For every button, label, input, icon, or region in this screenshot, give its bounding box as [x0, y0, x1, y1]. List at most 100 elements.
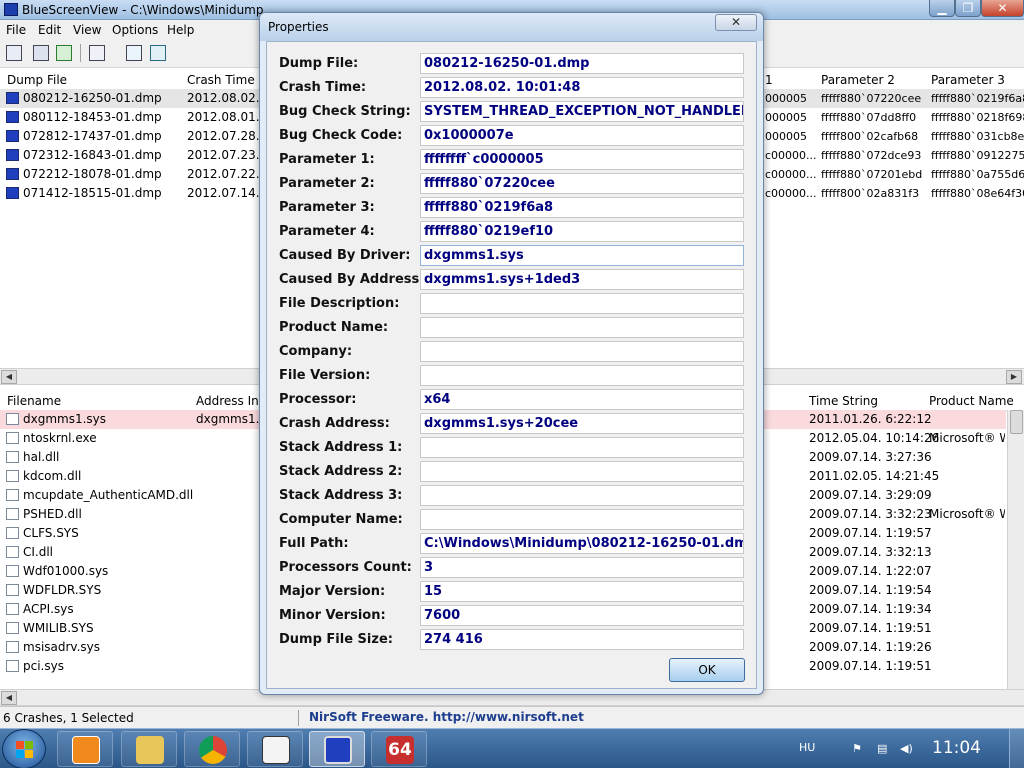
column-crash-time[interactable]: Crash Time — [187, 73, 255, 87]
taskbar-explorer[interactable] — [121, 731, 177, 767]
prop-field-bug-check-code[interactable]: 0x1000007e — [420, 125, 744, 146]
prop-field-major-version[interactable]: 15 — [420, 581, 744, 602]
language-indicator[interactable]: HU — [799, 741, 815, 754]
show-desktop-button[interactable] — [1009, 729, 1024, 768]
flag-icon[interactable]: ⚑ — [852, 743, 864, 754]
prop-label-crash-time: Crash Time: — [279, 80, 367, 95]
dialog-title-bar: Properties ✕ — [260, 13, 763, 41]
crash-time: 2012.07.23. 21 — [187, 148, 259, 162]
crash-time: 2012.08.02. 10 — [187, 91, 259, 105]
prop-label-file-version: File Version: — [279, 368, 371, 383]
module-filename: kdcom.dll — [23, 469, 82, 483]
prop-field-full-path[interactable]: C:\Windows\Minidump\080212-16250-01.dmp — [420, 533, 744, 554]
module-time: 2009.07.14. 3:29:09 — [809, 488, 932, 502]
prop-label-stack-address-1: Stack Address 1: — [279, 440, 403, 455]
prop-field-processor[interactable]: x64 — [420, 389, 744, 410]
find-icon[interactable] — [126, 45, 142, 61]
prop-field-dump-file[interactable]: 080212-16250-01.dmp — [420, 53, 744, 74]
column-filename[interactable]: Filename — [7, 394, 61, 408]
taskbar-media-player[interactable] — [57, 731, 113, 767]
dialog-close-button[interactable]: ✕ — [715, 14, 757, 31]
prop-field-parameter-1[interactable]: ffffffff`c0000005 — [420, 149, 744, 170]
prop-field-processors-count[interactable]: 3 — [420, 557, 744, 578]
column-parameter-2[interactable]: Parameter 2 — [821, 73, 895, 87]
dump-file-name: 080212-16250-01.dmp — [23, 91, 162, 105]
taskbar-aida64[interactable]: 64 — [371, 731, 427, 767]
module-filename: WMILIB.SYS — [23, 621, 94, 635]
menu-help[interactable]: Help — [167, 23, 194, 37]
column-parameter-1[interactable]: 1 — [765, 73, 773, 87]
prop-field-bug-check-string[interactable]: SYSTEM_THREAD_EXCEPTION_NOT_HANDLED — [420, 101, 744, 122]
close-button[interactable]: ✕ — [981, 0, 1024, 17]
bluescreenview-icon — [324, 736, 352, 764]
scroll-left-arrow-icon[interactable]: ◀ — [1, 370, 17, 384]
module-list-vscrollbar[interactable] — [1007, 410, 1024, 705]
prop-field-crash-time[interactable]: 2012.08.02. 10:01:48 — [420, 77, 744, 98]
module-time: 2009.07.14. 1:19:26 — [809, 640, 932, 654]
prop-field-parameter-2[interactable]: fffff880`07220cee — [420, 173, 744, 194]
copy-icon[interactable] — [89, 45, 105, 61]
module-time: 2009.07.14. 1:19:34 — [809, 602, 932, 616]
menu-file[interactable]: File — [6, 23, 26, 37]
prop-field-file-version[interactable] — [420, 365, 744, 386]
prop-field-parameter-4[interactable]: fffff880`0219ef10 — [420, 221, 744, 242]
prop-field-caused-by-address[interactable]: dxgmms1.sys+1ded3 — [420, 269, 744, 290]
prop-label-parameter-3: Parameter 3: — [279, 200, 375, 215]
prop-field-file-description[interactable] — [420, 293, 744, 314]
menu-view[interactable]: View — [73, 23, 101, 37]
module-filename: CLFS.SYS — [23, 526, 79, 540]
menu-options[interactable]: Options — [112, 23, 158, 37]
module-filename: pci.sys — [23, 659, 64, 673]
prop-field-parameter-3[interactable]: fffff880`0219f6a8 — [420, 197, 744, 218]
exit-icon[interactable] — [150, 45, 166, 61]
prop-field-caused-by-driver[interactable]: dxgmms1.sys — [420, 245, 744, 266]
prop-field-stack-address-1[interactable] — [420, 437, 744, 458]
module-filename: ACPI.sys — [23, 602, 74, 616]
menu-edit[interactable]: Edit — [38, 23, 61, 37]
prop-field-dump-file-size[interactable]: 274 416 — [420, 629, 744, 650]
parameter-1: 000005 — [765, 111, 807, 124]
column-product-name[interactable]: Product Name — [929, 394, 1014, 408]
file-icon — [6, 565, 19, 577]
clock[interactable]: 11:04 — [932, 738, 981, 758]
column-parameter-3[interactable]: Parameter 3 — [931, 73, 1005, 87]
prop-field-crash-address[interactable]: dxgmms1.sys+20cee — [420, 413, 744, 434]
taskbar-chrome[interactable] — [184, 731, 240, 767]
prop-label-stack-address-3: Stack Address 3: — [279, 488, 403, 503]
prop-field-product-name[interactable] — [420, 317, 744, 338]
scroll-right-arrow-icon[interactable]: ▶ — [1006, 370, 1022, 384]
ok-button[interactable]: OK — [669, 658, 745, 682]
column-dump-file[interactable]: Dump File — [7, 73, 67, 87]
file-icon — [6, 470, 19, 482]
parameter-2: fffff800`02cafb68 — [821, 130, 919, 143]
scroll-thumb[interactable] — [1010, 410, 1023, 434]
prop-field-stack-address-2[interactable] — [420, 461, 744, 482]
start-button[interactable] — [2, 729, 46, 768]
prop-field-company[interactable] — [420, 341, 744, 362]
nirsoft-link[interactable]: NirSoft Freeware. http://www.nirsoft.net — [309, 710, 584, 724]
prop-field-minor-version[interactable]: 7600 — [420, 605, 744, 626]
taskbar-bluescreenview[interactable] — [309, 731, 365, 767]
taskbar: 64 HU ⚑ ▤ ◀) 11:04 — [0, 728, 1024, 768]
prop-field-stack-address-3[interactable] — [420, 485, 744, 506]
module-time: 2009.07.14. 1:19:51 — [809, 621, 932, 635]
crash-time: 2012.07.22. 20 — [187, 167, 259, 181]
module-filename: mcupdate_AuthenticAMD.dll — [23, 488, 194, 502]
window-title: BlueScreenView - C:\Windows\Minidump — [22, 3, 264, 17]
prop-field-computer-name[interactable] — [420, 509, 744, 530]
minimize-button[interactable]: ▁ — [929, 0, 955, 17]
network-icon[interactable]: ▤ — [877, 743, 889, 754]
dump-file-icon — [6, 130, 19, 142]
parameter-3: fffff880`08e64f30 — [931, 187, 1024, 200]
taskbar-app[interactable] — [247, 731, 303, 767]
column-time-string[interactable]: Time String — [809, 394, 878, 408]
parameter-2: fffff880`07dd8ff0 — [821, 111, 917, 124]
properties-icon[interactable] — [6, 45, 22, 61]
maximize-button[interactable]: ❐ — [955, 0, 981, 17]
save-icon[interactable] — [33, 45, 49, 61]
scroll-left-arrow-icon[interactable]: ◀ — [1, 691, 17, 705]
volume-icon[interactable]: ◀) — [900, 743, 913, 754]
refresh-icon[interactable] — [56, 45, 72, 61]
prop-label-stack-address-2: Stack Address 2: — [279, 464, 403, 479]
crash-time: 2012.07.14. 23 — [187, 186, 259, 200]
